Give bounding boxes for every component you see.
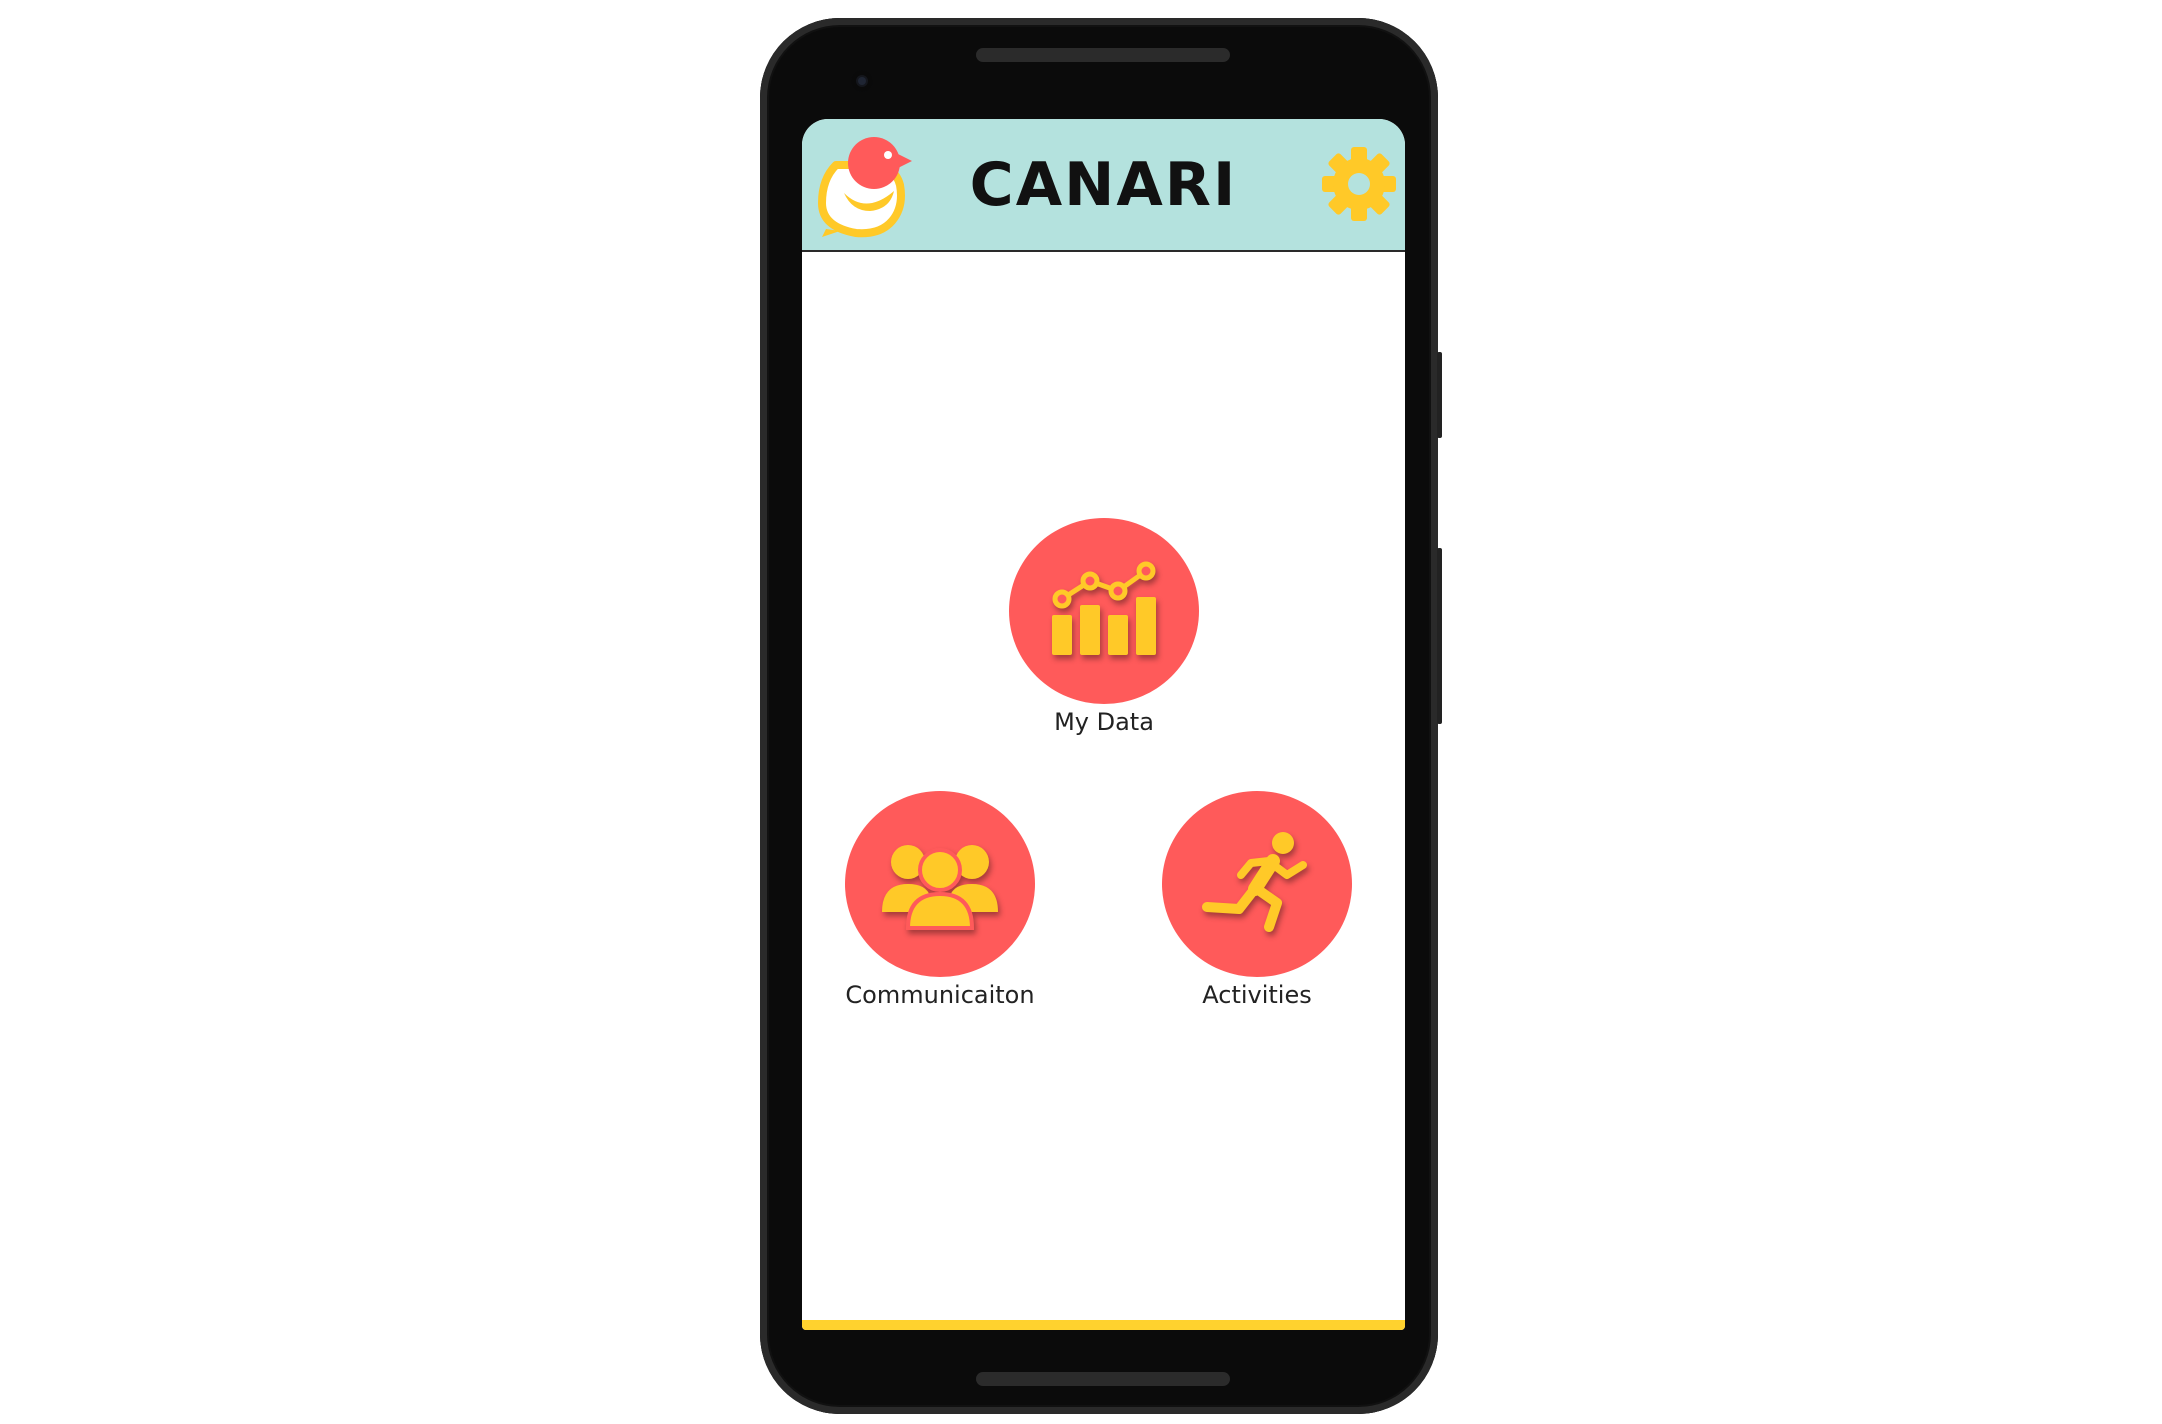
activities-circle[interactable] bbox=[1162, 791, 1352, 977]
power-button bbox=[1437, 352, 1442, 438]
gear-icon bbox=[1322, 147, 1396, 221]
earpiece-speaker bbox=[976, 48, 1230, 62]
my-data-label: My Data bbox=[1054, 708, 1154, 736]
bar-chart-trend-icon bbox=[1052, 561, 1156, 655]
activities-button[interactable]: Activities bbox=[1137, 791, 1377, 1011]
my-data-circle[interactable] bbox=[1009, 518, 1199, 704]
app-title: CANARI bbox=[969, 150, 1238, 220]
communication-circle[interactable] bbox=[845, 791, 1035, 977]
running-person-icon bbox=[1202, 832, 1307, 932]
volume-button bbox=[1437, 548, 1442, 724]
phone-frame: CANARI My Data Communicaiton Activities bbox=[760, 18, 1442, 1414]
activities-label: Activities bbox=[1202, 981, 1312, 1009]
settings-button[interactable] bbox=[1320, 145, 1398, 223]
communication-button[interactable]: Communicaiton bbox=[820, 791, 1060, 1011]
communication-label: Communicaiton bbox=[845, 981, 1035, 1009]
screen-bottom-bezel bbox=[802, 1330, 1405, 1336]
bottom-speaker bbox=[976, 1372, 1230, 1386]
bottom-accent-bar bbox=[802, 1320, 1405, 1330]
front-camera bbox=[851, 70, 873, 92]
app-header: CANARI bbox=[802, 119, 1405, 252]
group-people-icon bbox=[882, 845, 998, 930]
my-data-button[interactable]: My Data bbox=[984, 518, 1224, 738]
app-screen: CANARI My Data Communicaiton Activities bbox=[802, 119, 1405, 1330]
